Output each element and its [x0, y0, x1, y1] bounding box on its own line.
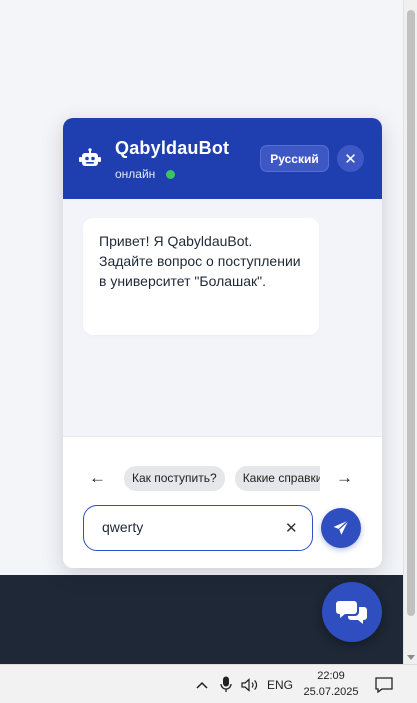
suggestion-chip[interactable]: Как поступить? — [124, 466, 225, 491]
windows-taskbar: ENG 22:09 25.07.2025 — [0, 664, 417, 703]
message-area: Привет! Я QabyldauBot. Задайте вопрос о … — [63, 199, 382, 436]
bot-name: QabyldauBot — [115, 138, 230, 158]
chat-footer: ← Как поступить? Какие справки нужны? → ✕ — [63, 436, 382, 568]
show-hidden-icons-button[interactable] — [193, 665, 211, 703]
volume-button[interactable] — [240, 665, 260, 703]
chat-bubbles-icon — [336, 601, 367, 624]
close-chat-button[interactable]: ✕ — [337, 145, 364, 172]
microphone-icon — [220, 676, 232, 692]
browser-scrollbar[interactable] — [403, 0, 417, 664]
notification-icon — [375, 676, 393, 693]
clear-input-icon[interactable]: ✕ — [285, 519, 298, 537]
clock-date: 25.07.2025 — [303, 686, 359, 698]
notification-center-button[interactable] — [373, 665, 395, 703]
message-input-box[interactable]: ✕ — [83, 505, 313, 551]
message-input[interactable] — [102, 519, 272, 535]
microphone-button[interactable] — [217, 665, 235, 703]
speaker-icon — [241, 677, 258, 692]
chat-widget: QabyldauBot онлайн Русский ✕ Привет! Я Q… — [63, 118, 382, 568]
robot-icon — [79, 148, 101, 166]
suggestion-chip[interactable]: Какие справки нужны? — [234, 466, 320, 491]
input-language-indicator[interactable]: ENG — [266, 665, 294, 703]
paper-plane-icon — [333, 520, 349, 535]
suggestions-prev-arrow-icon[interactable]: ← — [89, 468, 106, 488]
chevron-up-icon — [196, 681, 208, 689]
suggestion-chips: Как поступить? Какие справки нужны? — [124, 466, 320, 491]
scroll-down-arrow-icon[interactable] — [407, 655, 415, 660]
clock-time: 22:09 — [317, 670, 345, 682]
chat-launcher-button[interactable] — [322, 582, 382, 642]
online-status-dot — [166, 170, 175, 179]
bot-message: Привет! Я QabyldauBot. Задайте вопрос о … — [83, 218, 319, 335]
suggestions-next-arrow-icon[interactable]: → — [336, 468, 353, 488]
close-icon: ✕ — [344, 150, 357, 168]
taskbar-clock[interactable]: 22:09 25.07.2025 — [300, 668, 362, 700]
scrollbar-thumb[interactable] — [407, 10, 415, 616]
send-button[interactable] — [321, 508, 361, 548]
bot-status-text: онлайн — [115, 167, 156, 181]
chat-header: QabyldauBot онлайн Русский ✕ — [63, 118, 382, 199]
language-button[interactable]: Русский — [260, 145, 329, 172]
